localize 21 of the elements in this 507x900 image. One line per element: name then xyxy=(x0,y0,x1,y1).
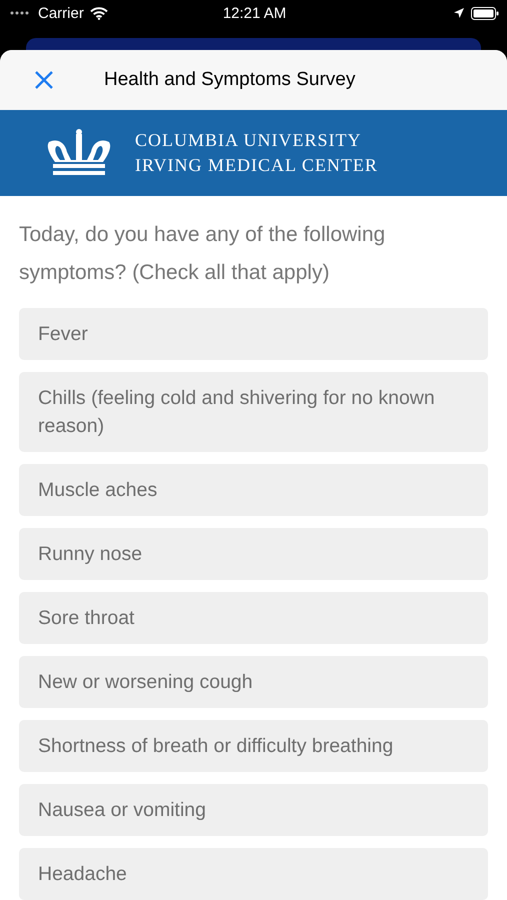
logo-text: COLUMBIA UNIVERSITY xyxy=(135,128,363,152)
symptom-option[interactable]: Runny nose xyxy=(19,528,488,580)
survey-title: Health and Symptoms Survey xyxy=(104,68,356,91)
symptom-option[interactable]: Sore throat xyxy=(19,592,488,644)
symptom-option[interactable]: Shortness of breath or difficulty breathing xyxy=(19,720,488,772)
question-text: Today, do you have any of the following symptoms? (Check all that apply) xyxy=(19,222,386,286)
wifi-icon xyxy=(90,6,108,20)
location-arrow-icon xyxy=(453,7,466,19)
logo-text: IRVING MEDICAL CENTER xyxy=(135,154,378,177)
status-time: 12:21 AM xyxy=(222,4,286,22)
crown-logo-icon xyxy=(47,128,111,178)
symptom-option[interactable]: New or worsening cough xyxy=(19,656,488,708)
symptom-option[interactable]: Headache xyxy=(19,848,488,900)
carrier-name: Carrier xyxy=(38,4,84,22)
battery-icon xyxy=(471,6,500,20)
symptom-option[interactable]: Nausea or vomiting xyxy=(19,784,488,836)
close-icon xyxy=(34,70,54,90)
symptom-option[interactable]: Muscle aches xyxy=(19,464,488,516)
symptom-option[interactable]: Chills (feeling cold and shivering for no known reason) xyxy=(19,372,488,452)
symptom-option[interactable]: Fever xyxy=(19,308,488,360)
close-button[interactable] xyxy=(34,70,54,90)
